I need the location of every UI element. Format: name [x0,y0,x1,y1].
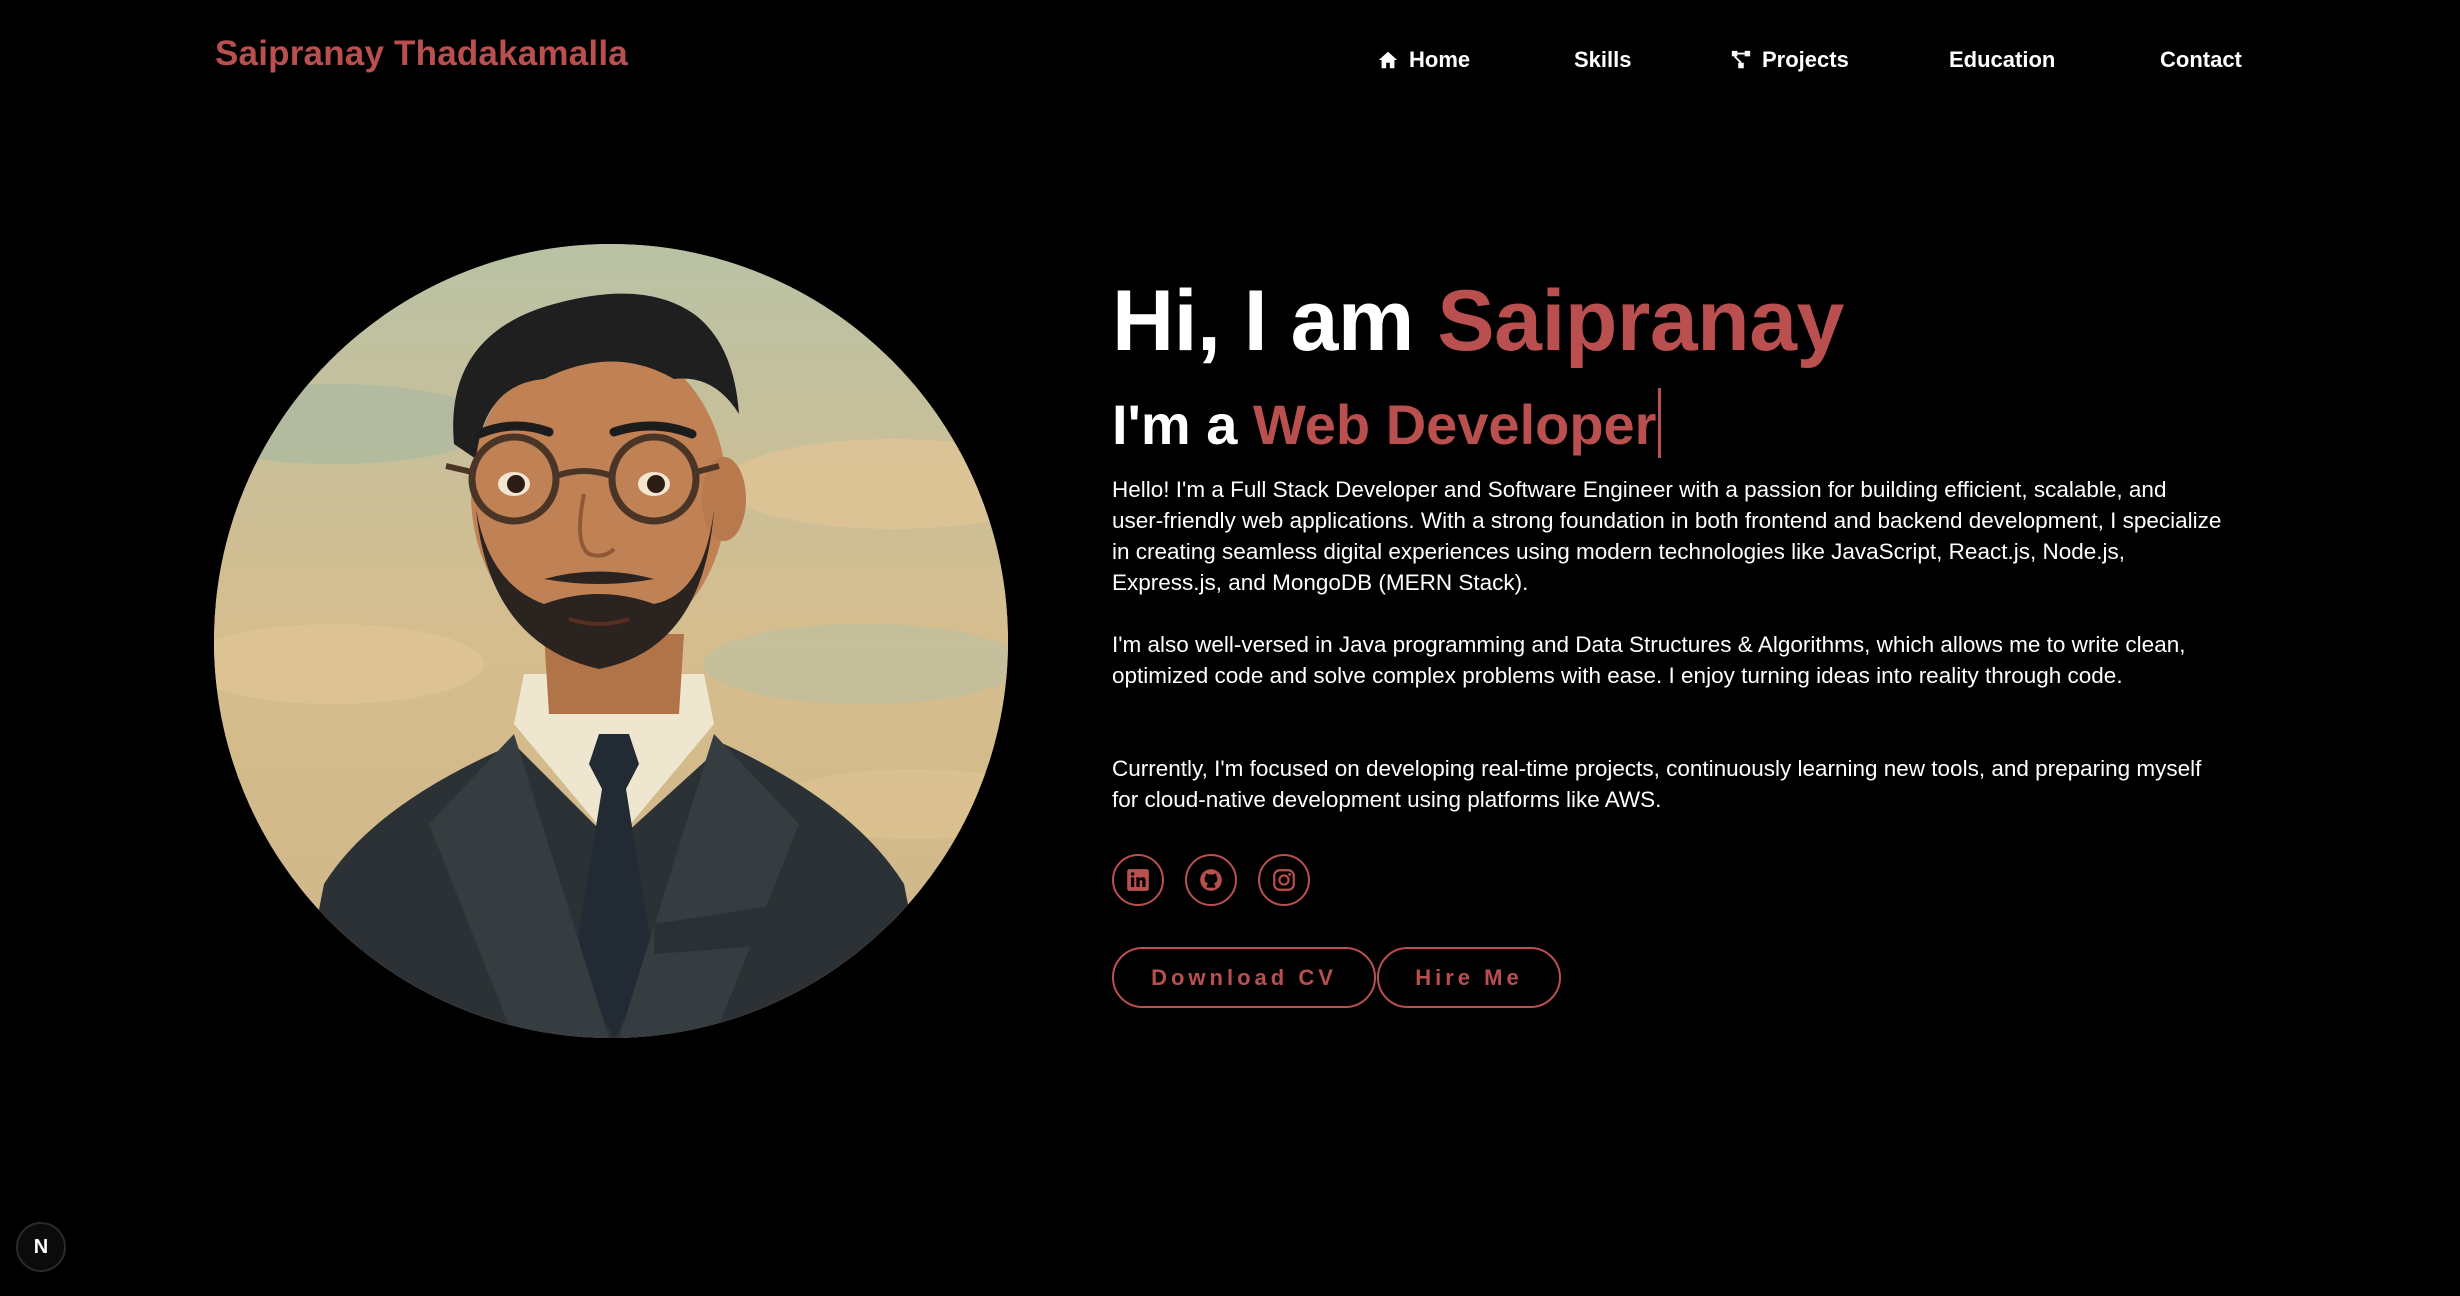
hero-role: I'm a Web Developer [1112,388,1662,458]
download-cv-button[interactable]: Download CV [1112,947,1376,1008]
nav-projects-label: Projects [1762,47,1849,72]
dev-tools-badge[interactable]: N [16,1222,66,1272]
hero-title: Hi, I am Saipranay [1112,278,1844,364]
github-icon [1200,869,1222,891]
profile-avatar [214,244,1008,1038]
linkedin-link[interactable] [1112,854,1164,906]
typing-caret [1658,388,1662,458]
intro-paragraph-1: Hello! I'm a Full Stack Developer and So… [1112,477,2222,595]
hero-role-text: Web Developer [1252,393,1657,456]
nav-home-label: Home [1409,47,1471,72]
nav-skills[interactable]: Skills [1574,40,1631,80]
main-nav: Home Skills Projects Education Contact [0,40,2460,80]
nav-education[interactable]: Education [1949,40,2055,80]
avatar-illustration [214,244,1008,1038]
hero-role-prefix: I'm a [1112,393,1253,456]
instagram-icon [1273,869,1295,891]
nodes-icon [1731,50,1751,69]
github-link[interactable] [1185,854,1237,906]
hire-me-button[interactable]: Hire Me [1377,947,1561,1008]
portfolio-page: Saipranay Thadakamalla Home Skills Proje… [0,0,2460,1296]
nav-education-label: Education [1949,47,2056,72]
nav-contact-label: Contact [2160,47,2242,72]
badge-label: N [33,1235,49,1258]
nav-home[interactable]: Home [1377,40,1470,80]
hero-greeting: Hi, I am [1112,273,1438,369]
intro-paragraph-3: Currently, I'm focused on developing rea… [1112,756,2202,812]
nav-projects[interactable]: Projects [1730,40,1849,80]
hero-name: Saipranay [1437,273,1844,369]
linkedin-icon [1127,869,1149,891]
nav-skills-label: Skills [1574,47,1632,72]
intro-paragraph-2: I'm also well-versed in Java programming… [1112,632,2186,688]
nav-contact[interactable]: Contact [2160,40,2242,80]
home-icon [1378,51,1398,69]
instagram-link[interactable] [1258,854,1310,906]
